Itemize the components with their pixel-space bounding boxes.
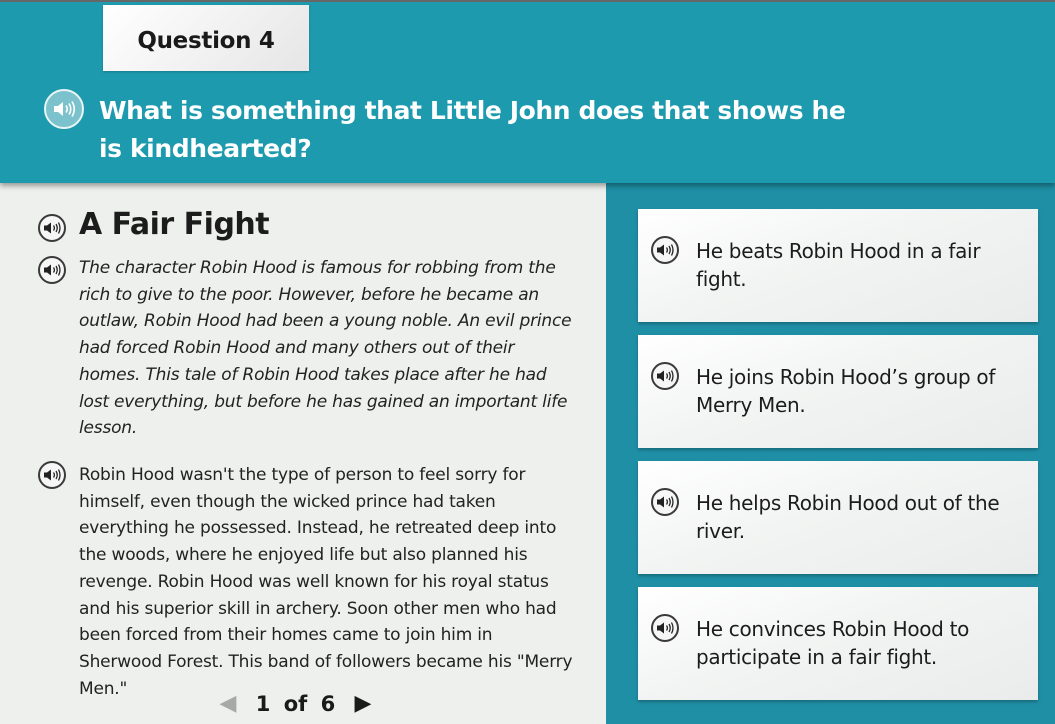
reading-passage: A Fair Fight The character Robin Hood is… <box>0 183 606 724</box>
title-speaker-icon[interactable] <box>38 214 66 242</box>
option-b-text: He joins Robin Hood’s group of Merry Men… <box>696 365 996 417</box>
option-b-speaker-icon[interactable] <box>651 362 679 390</box>
passage-intro-paragraph: The character Robin Hood is famous for r… <box>79 258 572 439</box>
answer-option-a[interactable]: He beats Robin Hood in a fair fight. <box>638 209 1038 322</box>
option-c-text: He helps Robin Hood out of the river. <box>696 491 1000 543</box>
previous-page-button[interactable]: ◀ <box>208 688 248 720</box>
passage-body-paragraph: Robin Hood wasn't the type of person to … <box>79 465 573 699</box>
option-a-text: He beats Robin Hood in a fair fight. <box>696 239 981 291</box>
option-d-speaker-icon[interactable] <box>651 614 679 642</box>
passage-title: A Fair Fight <box>79 207 270 242</box>
question-number-tab: Question 4 <box>103 5 309 71</box>
answer-option-c[interactable]: He helps Robin Hood out of the river. <box>638 461 1038 574</box>
paragraph-2-speaker-icon[interactable] <box>38 461 66 489</box>
question-speaker-icon[interactable] <box>44 89 84 129</box>
question-number-label: Question 4 <box>137 28 275 54</box>
question-header: Question 4 What is something that Little… <box>0 2 1055 183</box>
answer-option-d[interactable]: He convinces Robin Hood to participate i… <box>638 587 1038 700</box>
question-text: What is something that Little John does … <box>99 96 846 163</box>
answer-option-b[interactable]: He joins Robin Hood’s group of Merry Men… <box>638 335 1038 448</box>
passage-pager: ◀ 1 of 6 ▶ <box>208 688 398 720</box>
next-page-button[interactable]: ▶ <box>343 688 383 720</box>
option-d-text: He convinces Robin Hood to participate i… <box>696 617 970 669</box>
paragraph-1-speaker-icon[interactable] <box>38 256 66 284</box>
option-a-speaker-icon[interactable] <box>651 236 679 264</box>
option-c-speaker-icon[interactable] <box>651 488 679 516</box>
page-indicator: 1 of 6 <box>255 692 336 716</box>
